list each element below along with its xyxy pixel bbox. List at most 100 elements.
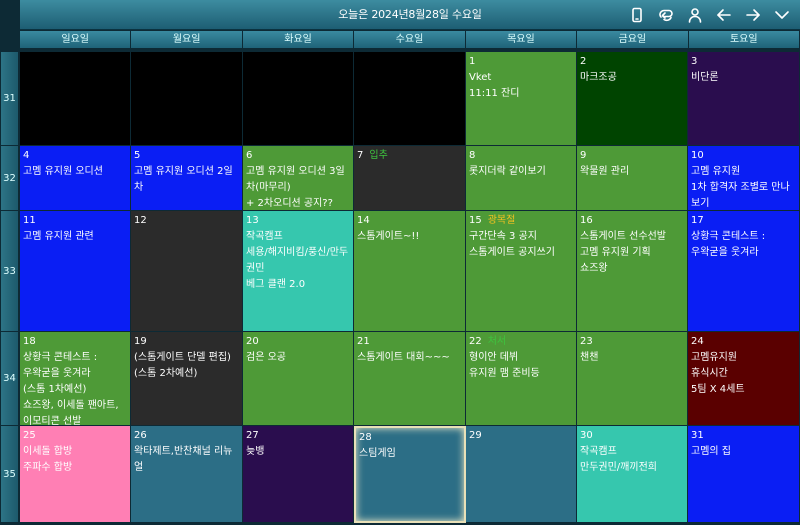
event-text[interactable]: 왁물원 관리: [580, 164, 684, 180]
event-text[interactable]: 고멤 유지원: [691, 164, 796, 180]
event-text[interactable]: 세용/해지비킴/풍신/만두 권민: [246, 245, 350, 277]
event-text[interactable]: 고멤의 집: [691, 444, 796, 460]
event-text[interactable]: 고멤 유지원 오디션: [23, 164, 127, 180]
day-cell[interactable]: 3 비단론: [688, 52, 800, 146]
event-text[interactable]: 상황극 콘테스트 :: [691, 229, 796, 245]
arrow-right-icon[interactable]: [743, 5, 763, 25]
day-cell[interactable]: 6 고멤 유지원 오디션 3일차(마무리) + 2차오디션 공지??: [243, 146, 354, 211]
day-number: 15: [469, 215, 482, 226]
event-text[interactable]: 왁타제트,반찬채널 리뉴얼: [134, 444, 239, 476]
day-cell[interactable]: 16 스톰게이트 선수선발 고멤 유지원 기획 쇼즈왕: [577, 211, 688, 332]
event-text[interactable]: 고멤 유지원 오디션 2일차: [134, 164, 239, 196]
day-cell[interactable]: 21 스톰게이트 대회~~~: [354, 332, 466, 426]
day-cell[interactable]: 13 작곡캠프 세용/해지비킴/풍신/만두 권민 베그 클랜 2.0: [243, 211, 354, 332]
event-text[interactable]: 검은 오공: [246, 350, 350, 366]
day-cell[interactable]: 23 챈챈: [577, 332, 688, 426]
day-cell[interactable]: 10 고멤 유지원 1차 합격자 조별로 만나보기: [688, 146, 800, 211]
day-number: 8: [469, 150, 476, 161]
event-text[interactable]: 고멤 유지원 관련: [23, 229, 127, 245]
day-number: 1: [469, 56, 476, 67]
event-text[interactable]: (스톰게이트 단델 편집): [134, 350, 239, 366]
event-text[interactable]: 형이안 데뷔: [469, 350, 573, 366]
day-cell[interactable]: 11 고멤 유지원 관련: [20, 211, 131, 332]
event-text[interactable]: + 2차오디션 공지??: [246, 196, 350, 210]
day-number: 24: [691, 336, 704, 347]
event-text[interactable]: 11:11 잔디: [469, 86, 573, 102]
event-text[interactable]: (스톰 1차예선): [23, 382, 127, 398]
day-cell[interactable]: [354, 52, 466, 146]
user-icon[interactable]: [685, 5, 705, 25]
event-text[interactable]: 우왁굳을 웃겨라: [23, 366, 127, 382]
event-text[interactable]: 스톰게이트~!!: [357, 229, 462, 245]
event-text[interactable]: Vket: [469, 70, 573, 86]
day-cell[interactable]: 26 왁타제트,반찬채널 리뉴얼: [131, 426, 243, 523]
event-text[interactable]: 이모티콘 선발: [23, 414, 127, 425]
arrow-left-icon[interactable]: [714, 5, 734, 25]
event-text[interactable]: 고멤 유지원 기획: [580, 245, 684, 261]
event-text[interactable]: 롯지더락 같이보기: [469, 164, 573, 180]
event-text[interactable]: 유지원 맴 준비등: [469, 366, 573, 382]
event-text[interactable]: 스톰게이트 선수선발: [580, 229, 684, 245]
day-cell[interactable]: [243, 52, 354, 146]
day-cell[interactable]: [131, 52, 243, 146]
weekday-header: 일요일 월요일 화요일 수요일 목요일 금요일 토요일: [20, 31, 800, 48]
day-number: 22: [469, 336, 482, 347]
chevron-down-icon[interactable]: [772, 5, 792, 25]
day-cell[interactable]: 2 마크조공: [577, 52, 688, 146]
event-text[interactable]: 챈챈: [580, 350, 684, 366]
day-cell[interactable]: 30 작곡캠프 만두권민/깨끼전희: [577, 426, 688, 523]
day-cell[interactable]: 22 처서 형이안 데뷔 유지원 맴 준비등: [466, 332, 577, 426]
weekday-mon: 월요일: [131, 31, 243, 48]
day-number: 20: [246, 336, 259, 347]
event-text[interactable]: 상황극 콘테스트 :: [23, 350, 127, 366]
day-cell[interactable]: 31 고멤의 집: [688, 426, 800, 523]
day-cell[interactable]: 25 이세돌 합방 주파수 합방: [20, 426, 131, 523]
day-cell[interactable]: 1 Vket 11:11 잔디: [466, 52, 577, 146]
day-number: 3: [691, 56, 698, 67]
event-text[interactable]: 고멤유지원: [691, 350, 796, 366]
day-cell[interactable]: 14 스톰게이트~!!: [354, 211, 466, 332]
day-cell[interactable]: 8 롯지더락 같이보기: [466, 146, 577, 211]
event-text[interactable]: 고멤 유지원 오디션 3일차(마무리): [246, 164, 350, 196]
event-text[interactable]: 마크조공: [580, 70, 684, 86]
event-text[interactable]: 구간단속 3 공지: [469, 229, 573, 245]
day-cell-today[interactable]: 28 스팀게임: [354, 426, 466, 523]
sync-icon[interactable]: [656, 5, 676, 25]
event-text[interactable]: 이세돌 합방: [23, 444, 127, 460]
day-cell[interactable]: 7 입추: [354, 146, 466, 211]
phone-icon[interactable]: [627, 5, 647, 25]
day-cell[interactable]: 29: [466, 426, 577, 523]
event-text[interactable]: 만두권민/깨끼전희: [580, 460, 684, 476]
event-text[interactable]: 작곡캠프: [246, 229, 350, 245]
day-cell[interactable]: 24 고멤유지원 휴식시간 5팀 X 4세트: [688, 332, 800, 426]
day-cell[interactable]: 12: [131, 211, 243, 332]
day-number: 14: [357, 215, 370, 226]
day-cell[interactable]: 17 상황극 콘테스트 : 우왁굳을 웃겨라: [688, 211, 800, 332]
day-cell[interactable]: 18 상황극 콘테스트 : 우왁굳을 웃겨라 (스톰 1차예선) 쇼즈왕, 이세돌 팬아…: [20, 332, 131, 426]
event-text[interactable]: (스톰 2차예선): [134, 366, 239, 382]
day-cell[interactable]: 19 (스톰게이트 단델 편집) (스톰 2차예선): [131, 332, 243, 426]
event-text[interactable]: 스팀게임: [359, 446, 461, 462]
event-text[interactable]: 스톰게이트 대회~~~: [357, 350, 462, 366]
event-text[interactable]: 쇼즈왕: [580, 261, 684, 277]
event-text[interactable]: 비단론: [691, 70, 796, 86]
day-cell[interactable]: 9 왁물원 관리: [577, 146, 688, 211]
day-cell[interactable]: [20, 52, 131, 146]
event-text[interactable]: 작곡캠프: [580, 444, 684, 460]
event-text[interactable]: 늦뱅: [246, 444, 350, 460]
day-cell[interactable]: 5 고멤 유지원 오디션 2일차: [131, 146, 243, 211]
day-cell[interactable]: 4 고멤 유지원 오디션: [20, 146, 131, 211]
day-cell[interactable]: 15 광복절 구간단속 3 공지 스톰게이트 공지쓰기: [466, 211, 577, 332]
event-text[interactable]: 5팀 X 4세트: [691, 382, 796, 398]
event-text[interactable]: 주파수 합방: [23, 460, 127, 476]
event-text[interactable]: 쇼즈왕, 이세돌 팬아트,: [23, 398, 127, 414]
day-cell[interactable]: 20 검은 오공: [243, 332, 354, 426]
event-text[interactable]: 휴식시간: [691, 366, 796, 382]
day-number: 28: [359, 432, 372, 443]
day-number: 12: [134, 215, 147, 226]
event-text[interactable]: 1차 합격자 조별로 만나보기: [691, 180, 796, 210]
event-text[interactable]: 스톰게이트 공지쓰기: [469, 245, 573, 261]
event-text[interactable]: 베그 클랜 2.0: [246, 277, 350, 293]
event-text[interactable]: 우왁굳을 웃겨라: [691, 245, 796, 261]
day-cell[interactable]: 27 늦뱅: [243, 426, 354, 523]
